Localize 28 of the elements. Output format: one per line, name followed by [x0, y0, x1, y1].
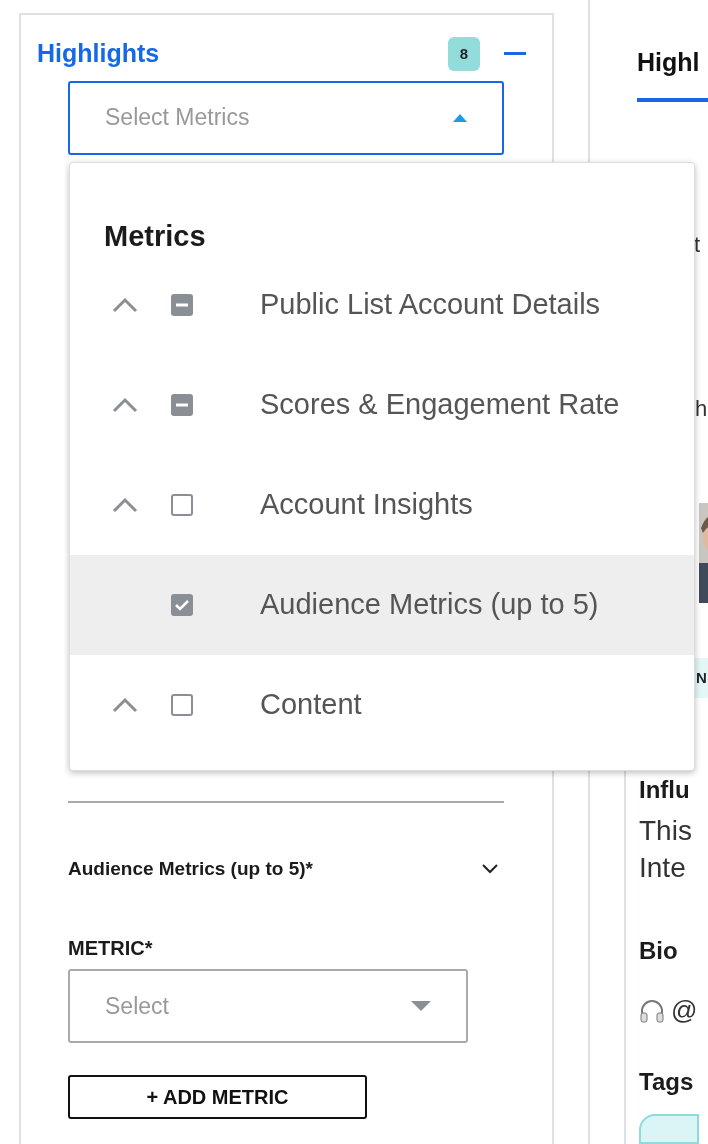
menu-item[interactable]: Scores & Engagement Rate: [70, 355, 694, 455]
add-metric-button[interactable]: + ADD METRIC: [68, 1075, 367, 1119]
menu-item[interactable]: Public List Account Details: [70, 255, 694, 355]
tab[interactable]: Highl: [637, 44, 708, 102]
section-title: Audience Metrics (up to 5)*: [68, 856, 313, 881]
menu-item[interactable]: Account Insights: [70, 455, 694, 555]
menu-heading: Metrics: [104, 219, 207, 254]
section-heading: Influ: [639, 775, 691, 805]
menu-item[interactable]: Audience Metrics (up to 5): [70, 555, 694, 655]
caret-down-icon: [411, 1001, 431, 1011]
text-fragment: Inte: [639, 850, 687, 885]
bio-text: @: [671, 993, 698, 1027]
collapse-button[interactable]: [504, 52, 526, 56]
field-label: METRIC*: [68, 936, 154, 961]
section-heading: Tags: [639, 1067, 695, 1097]
panel-title: Highlights: [37, 38, 160, 69]
expand-button[interactable]: [482, 863, 498, 874]
minus-icon: [504, 52, 526, 56]
caret-up-icon: [453, 113, 467, 122]
count-badge: 8: [448, 36, 480, 71]
text-fragment: t: [694, 231, 701, 259]
section-heading: Bio: [639, 937, 679, 966]
chevron-down-icon: [482, 863, 498, 874]
menu-item[interactable]: Content: [70, 655, 694, 755]
heading-fragment: h: [695, 395, 708, 423]
headphones-icon: [639, 997, 665, 1024]
text-fragment: This: [639, 814, 693, 849]
tag-chip: [639, 1114, 699, 1144]
